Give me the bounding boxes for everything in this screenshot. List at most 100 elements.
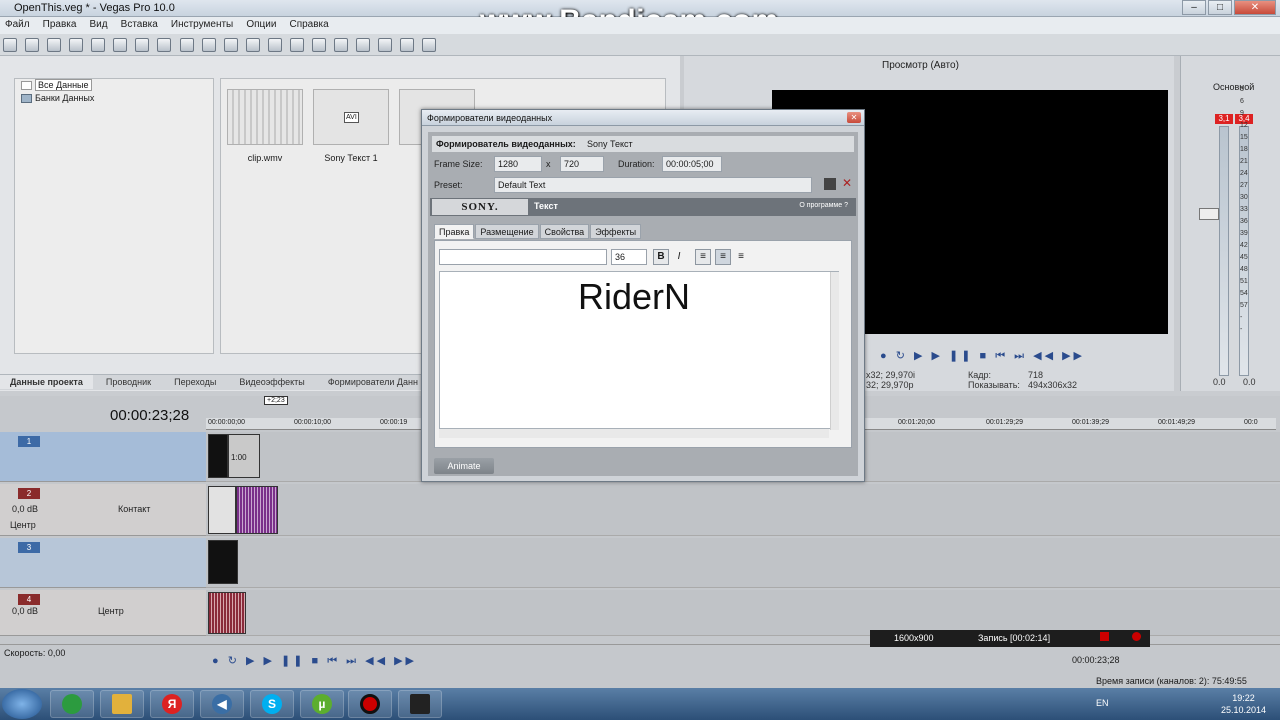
- horizontal-scrollbar[interactable]: [439, 429, 829, 438]
- tab-placement[interactable]: Размещение: [475, 224, 539, 239]
- video-thumbnail: [227, 89, 303, 145]
- audio-clip-silence[interactable]: [208, 486, 236, 534]
- text-media-clip[interactable]: 1:00: [228, 434, 260, 478]
- tab-edit[interactable]: Правка: [434, 224, 475, 239]
- copy-icon[interactable]: [157, 38, 172, 52]
- preset-select[interactable]: Default Text: [494, 177, 812, 193]
- close-button[interactable]: ✕: [1234, 0, 1276, 15]
- properties-icon[interactable]: [113, 38, 128, 52]
- tree-item-media-bins[interactable]: Банки Данных: [15, 92, 213, 105]
- frame-width-input[interactable]: 1280: [494, 156, 542, 172]
- video-clip[interactable]: [208, 434, 228, 478]
- align-center-icon[interactable]: ≡: [715, 249, 731, 265]
- frame-height-input[interactable]: 720: [560, 156, 604, 172]
- tab-explorer[interactable]: Проводник: [96, 375, 161, 389]
- menu-tools[interactable]: Инструменты: [166, 17, 238, 32]
- auto-crossfade-icon[interactable]: [267, 38, 282, 52]
- redo-icon[interactable]: [223, 38, 238, 52]
- input-language[interactable]: EN: [1096, 698, 1109, 708]
- menu-insert[interactable]: Вставка: [116, 17, 163, 32]
- duration-input[interactable]: 00:00:05;00: [662, 156, 722, 172]
- preview-transport-controls[interactable]: ● ↻ ▶ ▶ ❚❚ ■ ⏮ ⏭ ◀◀ ▶▶: [880, 349, 1085, 363]
- track-header-audio-2[interactable]: 2 0,0 dB Центр Контакт: [0, 484, 206, 536]
- font-family-select[interactable]: [439, 249, 607, 265]
- menu-file[interactable]: Файл: [0, 17, 35, 32]
- italic-button[interactable]: I: [671, 249, 687, 265]
- undo-icon[interactable]: [201, 38, 216, 52]
- font-size-select[interactable]: 36: [611, 249, 647, 265]
- taskbar-skype[interactable]: S: [250, 690, 294, 718]
- folder-icon: [21, 81, 32, 90]
- taskbar-media[interactable]: ◀: [200, 690, 244, 718]
- new-project-icon[interactable]: [3, 38, 17, 52]
- maximize-button[interactable]: □: [1208, 0, 1232, 15]
- align-left-icon[interactable]: ≡: [695, 249, 711, 265]
- audio-clip[interactable]: [208, 592, 246, 634]
- envelope-tool-icon[interactable]: [356, 38, 370, 52]
- render-icon[interactable]: [91, 38, 106, 52]
- track-lane-2[interactable]: [206, 484, 1280, 536]
- dialog-close-button[interactable]: ✕: [847, 112, 861, 123]
- ripple-edit-icon[interactable]: [289, 38, 304, 52]
- project-info: x32; 29,970i: [866, 370, 916, 380]
- whats-this-icon[interactable]: [422, 38, 437, 52]
- snap-icon[interactable]: [245, 38, 260, 52]
- save-as-icon[interactable]: [69, 38, 84, 52]
- menu-view[interactable]: Вид: [85, 17, 113, 32]
- vertical-scrollbar[interactable]: [830, 272, 839, 430]
- taskbar-bandicam[interactable]: [348, 690, 392, 718]
- bold-button[interactable]: B: [653, 249, 669, 265]
- track-header-audio-4[interactable]: 4 0,0 dB Центр: [0, 590, 206, 636]
- lock-envelope-icon[interactable]: [311, 38, 326, 52]
- record-icon[interactable]: [1132, 632, 1141, 641]
- text-canvas[interactable]: RiderN: [439, 271, 839, 430]
- zoom-tool-icon[interactable]: [400, 38, 415, 52]
- menu-edit[interactable]: Правка: [38, 17, 82, 32]
- frame-value: 718: [1028, 370, 1044, 380]
- tab-properties[interactable]: Свойства: [539, 224, 590, 239]
- taskbar-explorer[interactable]: [100, 690, 144, 718]
- tab-effects[interactable]: Эффекты: [590, 224, 642, 239]
- animate-button[interactable]: Animate: [434, 458, 494, 474]
- text-content[interactable]: RiderN: [440, 276, 828, 318]
- taskbar-chrome[interactable]: [50, 690, 94, 718]
- taskbar-vegas[interactable]: [398, 690, 442, 718]
- generator-value: Sony Текст: [587, 139, 633, 149]
- taskbar-utorrent[interactable]: µ: [300, 690, 344, 718]
- record-stop-icon[interactable]: [1100, 632, 1109, 641]
- master-fader[interactable]: [1199, 208, 1219, 220]
- tray-clock[interactable]: 19:22 25.10.2014: [1221, 692, 1266, 716]
- meter-left: [1219, 126, 1229, 376]
- media-item-clip[interactable]: clip.wmv: [225, 89, 305, 163]
- normal-edit-tool-icon[interactable]: [333, 38, 348, 52]
- media-item-sony-text[interactable]: AVI Sony Текст 1: [311, 89, 391, 163]
- track-header-video-3[interactable]: 3: [0, 538, 206, 588]
- tab-video-fx[interactable]: Видеоэффекты: [229, 375, 314, 389]
- minimize-button[interactable]: –: [1182, 0, 1206, 15]
- save-icon[interactable]: [47, 38, 62, 52]
- timeline-transport-controls[interactable]: ● ↻ ▶ ▶ ❚❚ ■ ⏮ ⏭ ◀◀ ▶▶: [212, 654, 417, 668]
- selection-tool-icon[interactable]: [378, 38, 393, 52]
- track-header-video-1[interactable]: 1: [0, 432, 206, 482]
- loop-region-marker[interactable]: +2;23: [264, 396, 288, 405]
- menu-help[interactable]: Справка: [284, 17, 333, 32]
- preview-quality-select[interactable]: Просмотр (Авто): [882, 60, 959, 71]
- menu-options[interactable]: Опции: [241, 17, 281, 32]
- tab-project-media[interactable]: Данные проекта: [0, 375, 93, 389]
- track-lane-3[interactable]: [206, 538, 1280, 588]
- cut-icon[interactable]: [135, 38, 150, 52]
- dialog-titlebar[interactable]: Формирователи видеоданных ✕: [422, 110, 864, 126]
- paste-icon[interactable]: [179, 38, 194, 52]
- save-preset-icon[interactable]: [824, 178, 836, 190]
- delete-preset-icon[interactable]: ✕: [842, 176, 852, 190]
- tab-transitions[interactable]: Переходы: [164, 375, 226, 389]
- taskbar-yandex[interactable]: Я: [150, 690, 194, 718]
- align-right-icon[interactable]: ≡: [733, 249, 749, 265]
- tab-media-generators[interactable]: Формирователи Данн: [318, 375, 428, 389]
- audio-clip[interactable]: [236, 486, 278, 534]
- about-link[interactable]: О программе ?: [799, 202, 848, 209]
- video-clip[interactable]: [208, 540, 238, 584]
- start-button[interactable]: [2, 689, 42, 719]
- open-icon[interactable]: [25, 38, 40, 52]
- tree-item-all-media[interactable]: Все Данные: [15, 79, 213, 92]
